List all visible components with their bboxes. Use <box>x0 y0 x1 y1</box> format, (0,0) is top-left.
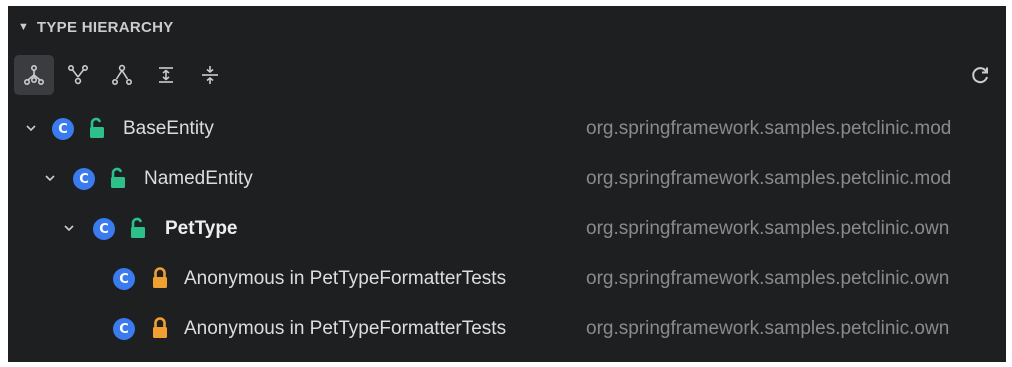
package-name: org.springframework.samples.petclinic.ow… <box>586 218 950 239</box>
toolbar <box>14 55 1000 95</box>
tree-row-anonymous[interactable]: C Anonymous in PetTypeFormatterTests org… <box>8 254 1006 304</box>
type-name: PetType <box>165 218 238 239</box>
unlocked-icon <box>111 167 125 188</box>
expand-all-button[interactable] <box>146 55 186 95</box>
tree-row-pet-type[interactable]: C PetType org.springframework.samples.pe… <box>8 204 1006 254</box>
collapse-all-button[interactable] <box>190 55 230 95</box>
chevron-down-icon[interactable] <box>24 121 38 135</box>
class-icon: C <box>52 118 74 140</box>
type-name: Anonymous in PetTypeFormatterTests <box>184 268 507 289</box>
type-name: Anonymous in PetTypeFormatterTests <box>184 318 507 339</box>
package-name: org.springframework.samples.petclinic.ow… <box>586 268 950 289</box>
package-name: org.springframework.samples.petclinic.ow… <box>586 318 950 339</box>
chevron-down-icon[interactable] <box>43 171 57 185</box>
refresh-button[interactable] <box>960 55 1000 95</box>
triangle-down-icon[interactable]: ▼ <box>18 21 29 33</box>
type-hierarchy-panel: ▼ TYPE HIERARCHY C BaseEntity org.spring… <box>8 6 1006 362</box>
show-type-hierarchy-button[interactable] <box>14 55 54 95</box>
type-name: BaseEntity <box>123 118 214 139</box>
collapse-all-icon <box>202 66 218 84</box>
package-name: org.springframework.samples.petclinic.mo… <box>586 118 952 139</box>
refresh-icon <box>972 67 988 84</box>
locked-icon <box>153 267 167 288</box>
show-supertype-hierarchy-button[interactable] <box>58 55 98 95</box>
unlocked-icon <box>90 117 104 138</box>
locked-icon <box>153 317 167 338</box>
tree-row-anonymous[interactable]: C Anonymous in PetTypeFormatterTests org… <box>8 304 1006 354</box>
supertype-hierarchy-icon <box>67 64 89 85</box>
type-hierarchy-tree: C BaseEntity org.springframework.samples… <box>8 104 1006 354</box>
unlocked-icon <box>131 217 145 238</box>
package-name: org.springframework.samples.petclinic.mo… <box>586 168 952 189</box>
panel-title: TYPE HIERARCHY <box>36 18 174 36</box>
tree-row-base-entity[interactable]: C BaseEntity org.springframework.samples… <box>8 104 1006 154</box>
class-icon: C <box>113 268 135 290</box>
class-icon: C <box>113 318 135 340</box>
type-name: NamedEntity <box>144 168 253 189</box>
chevron-down-icon[interactable] <box>62 221 76 235</box>
panel-header[interactable]: ▼ TYPE HIERARCHY <box>8 6 1006 48</box>
class-icon: C <box>93 218 115 240</box>
subtype-hierarchy-icon <box>111 64 133 86</box>
show-subtype-hierarchy-button[interactable] <box>102 55 142 95</box>
expand-all-icon <box>159 67 173 83</box>
tree-row-named-entity[interactable]: C NamedEntity org.springframework.sample… <box>8 154 1006 204</box>
class-icon: C <box>73 168 95 190</box>
type-hierarchy-icon <box>23 64 45 86</box>
